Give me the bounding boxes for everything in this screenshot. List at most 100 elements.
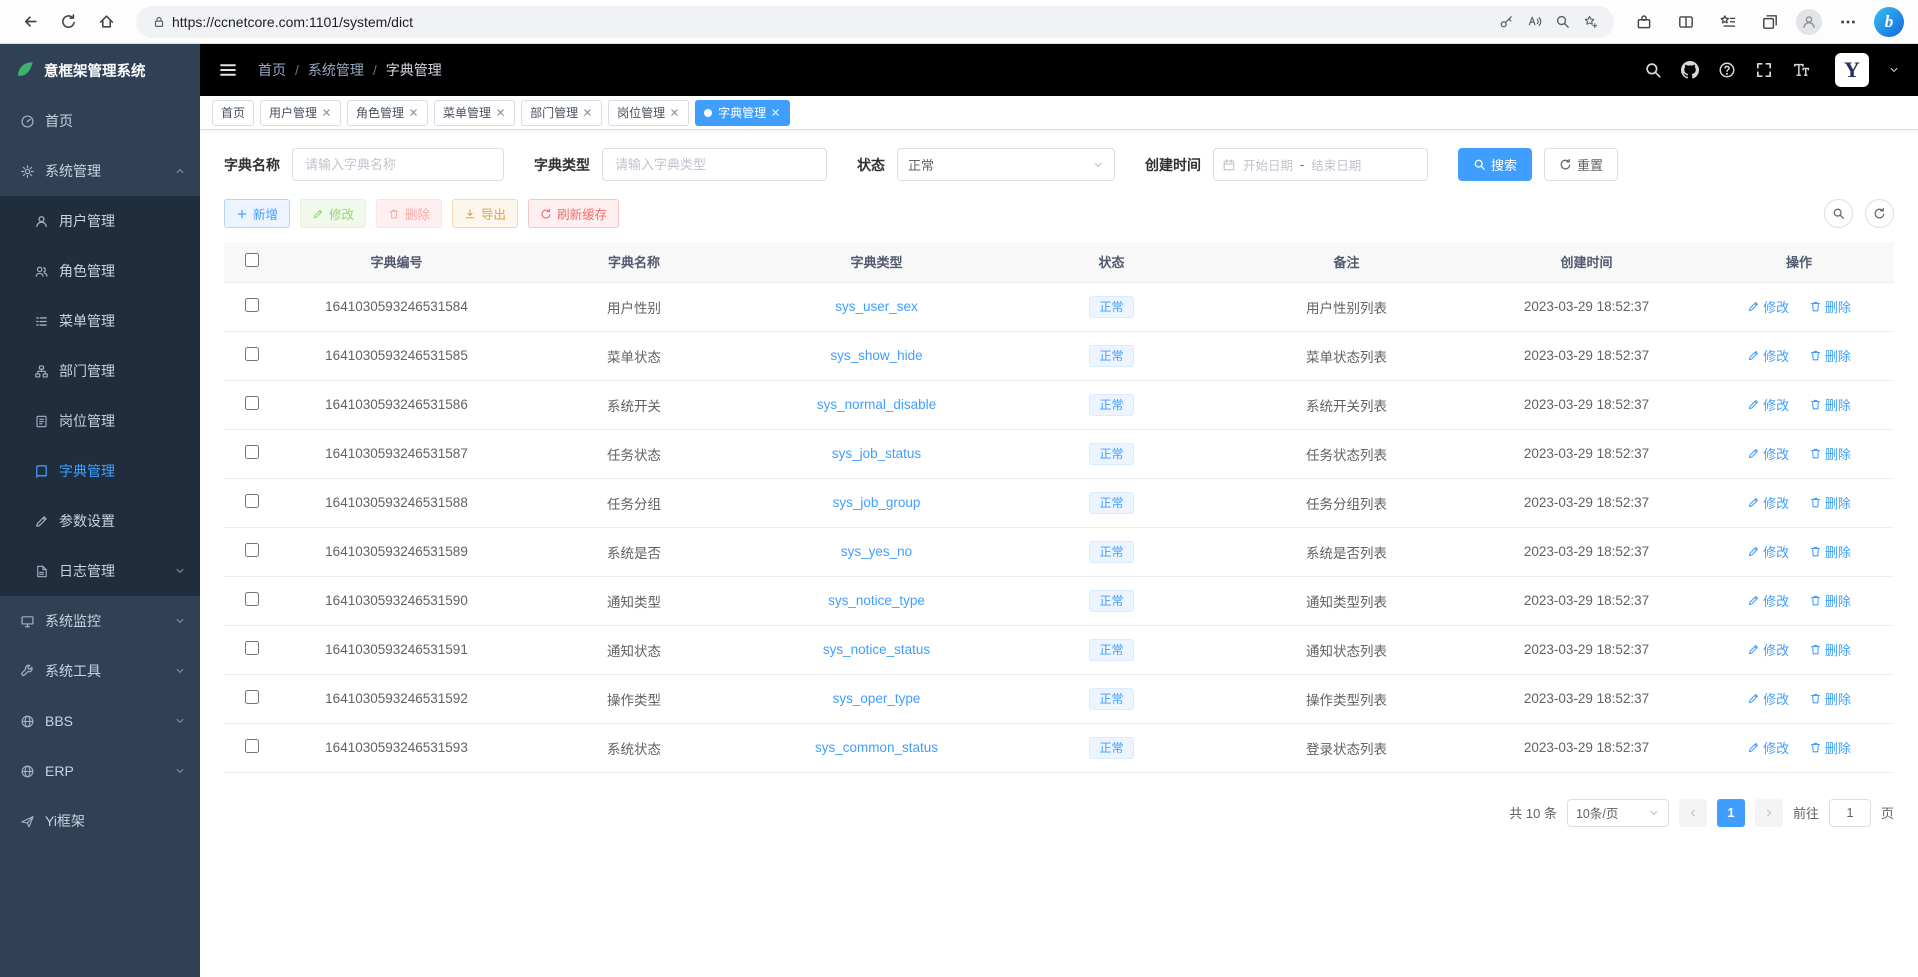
tab-dict-management[interactable]: 字典管理 (695, 100, 790, 126)
tab-post-management[interactable]: 岗位管理 (608, 100, 689, 126)
breadcrumb-item-home[interactable]: 首页 (258, 60, 286, 80)
sidebar-item-post-management[interactable]: 岗位管理 (0, 396, 200, 446)
sidebar-item-dept-management[interactable]: 部门管理 (0, 346, 200, 396)
sidebar-item-system-management[interactable]: 系统管理 (0, 146, 200, 196)
dict-type-link[interactable]: sys_common_status (815, 740, 938, 755)
search-button[interactable]: 搜索 (1458, 148, 1532, 181)
dict-type-link[interactable]: sys_job_group (833, 495, 921, 510)
dict-name-input[interactable] (292, 148, 504, 181)
reload-button[interactable] (52, 6, 84, 38)
read-aloud-icon[interactable] (1520, 8, 1548, 36)
row-edit-button[interactable]: 修改 (1747, 689, 1789, 708)
status-select[interactable]: 正常 (897, 148, 1115, 181)
close-icon[interactable] (408, 107, 419, 118)
github-button[interactable] (1681, 61, 1699, 79)
fullscreen-button[interactable] (1755, 61, 1773, 79)
user-avatar[interactable]: Y (1835, 53, 1869, 87)
sidebar-item-dict-management[interactable]: 字典管理 (0, 446, 200, 496)
profile-avatar[interactable] (1796, 9, 1822, 35)
header-search-button[interactable] (1644, 61, 1662, 79)
row-edit-button[interactable]: 修改 (1747, 346, 1789, 365)
tab-menu-management[interactable]: 菜单管理 (434, 100, 515, 126)
tab-dept-management[interactable]: 部门管理 (521, 100, 602, 126)
prev-page-button[interactable] (1679, 799, 1707, 827)
export-button[interactable]: 导出 (452, 199, 518, 228)
add-favorite-icon[interactable] (1576, 8, 1604, 36)
select-all-checkbox[interactable] (245, 253, 259, 267)
sidebar-item-erp[interactable]: ERP (0, 746, 200, 796)
close-icon[interactable] (321, 107, 332, 118)
row-delete-button[interactable]: 删除 (1809, 591, 1851, 610)
row-delete-button[interactable]: 删除 (1809, 444, 1851, 463)
sidebar-item-bbs[interactable]: BBS (0, 696, 200, 746)
chevron-down-icon[interactable] (1888, 64, 1900, 76)
row-checkbox[interactable] (245, 347, 259, 361)
date-range-input[interactable]: 开始日期 - 结束日期 (1213, 148, 1428, 181)
row-edit-button[interactable]: 修改 (1747, 493, 1789, 512)
sidebar-item-role-management[interactable]: 角色管理 (0, 246, 200, 296)
sidebar-item-param-settings[interactable]: 参数设置 (0, 496, 200, 546)
row-checkbox[interactable] (245, 592, 259, 606)
row-checkbox[interactable] (245, 690, 259, 704)
refresh-cache-button[interactable]: 刷新缓存 (528, 199, 619, 228)
row-delete-button[interactable]: 删除 (1809, 640, 1851, 659)
sidebar-item-menu-management[interactable]: 菜单管理 (0, 296, 200, 346)
dict-type-link[interactable]: sys_job_status (832, 446, 921, 461)
dict-type-link[interactable]: sys_show_hide (830, 348, 922, 363)
toggle-search-button[interactable] (1824, 199, 1853, 228)
dict-type-link[interactable]: sys_notice_type (828, 593, 925, 608)
close-icon[interactable] (669, 107, 680, 118)
next-page-button[interactable] (1755, 799, 1783, 827)
row-delete-button[interactable]: 删除 (1809, 689, 1851, 708)
page-size-select[interactable]: 10条/页 (1567, 799, 1669, 827)
dict-type-link[interactable]: sys_oper_type (833, 691, 921, 706)
sidebar-item-home[interactable]: 首页 (0, 96, 200, 146)
help-button[interactable] (1718, 61, 1736, 79)
row-checkbox[interactable] (245, 739, 259, 753)
page-1-button[interactable]: 1 (1717, 799, 1745, 827)
row-edit-button[interactable]: 修改 (1747, 297, 1789, 316)
sidebar-item-system-tools[interactable]: 系统工具 (0, 646, 200, 696)
dict-type-link[interactable]: sys_notice_status (823, 642, 930, 657)
sidebar-item-system-monitor[interactable]: 系统监控 (0, 596, 200, 646)
row-delete-button[interactable]: 删除 (1809, 346, 1851, 365)
row-edit-button[interactable]: 修改 (1747, 444, 1789, 463)
dict-type-link[interactable]: sys_user_sex (835, 299, 918, 314)
tab-home[interactable]: 首页 (212, 100, 254, 126)
split-screen-button[interactable] (1670, 6, 1702, 38)
edit-button[interactable]: 修改 (300, 199, 366, 228)
breadcrumb-item-system[interactable]: 系统管理 (308, 60, 364, 80)
sidebar-item-yi-framework[interactable]: Yi框架 (0, 796, 200, 846)
font-size-button[interactable] (1792, 61, 1810, 79)
row-checkbox[interactable] (245, 396, 259, 410)
row-checkbox[interactable] (245, 445, 259, 459)
row-delete-button[interactable]: 删除 (1809, 395, 1851, 414)
close-icon[interactable] (770, 107, 781, 118)
row-edit-button[interactable]: 修改 (1747, 591, 1789, 610)
reset-button[interactable]: 重置 (1544, 148, 1618, 181)
dict-type-link[interactable]: sys_yes_no (841, 544, 912, 559)
browser-home-button[interactable] (90, 6, 122, 38)
dict-type-input[interactable] (602, 148, 827, 181)
extensions-button[interactable] (1628, 6, 1660, 38)
tab-user-management[interactable]: 用户管理 (260, 100, 341, 126)
sidebar-item-log-management[interactable]: 日志管理 (0, 546, 200, 596)
copilot-button[interactable]: b (1874, 7, 1904, 37)
row-delete-button[interactable]: 删除 (1809, 297, 1851, 316)
row-delete-button[interactable]: 删除 (1809, 493, 1851, 512)
row-edit-button[interactable]: 修改 (1747, 395, 1789, 414)
close-icon[interactable] (495, 107, 506, 118)
delete-button[interactable]: 删除 (376, 199, 442, 228)
address-bar[interactable]: https://ccnetcore.com:1101/system/dict (136, 6, 1614, 38)
row-edit-button[interactable]: 修改 (1747, 640, 1789, 659)
password-key-icon[interactable] (1492, 8, 1520, 36)
row-edit-button[interactable]: 修改 (1747, 542, 1789, 561)
close-icon[interactable] (582, 107, 593, 118)
row-delete-button[interactable]: 删除 (1809, 738, 1851, 757)
favorites-button[interactable] (1712, 6, 1744, 38)
sidebar-toggle[interactable] (218, 60, 238, 80)
zoom-icon[interactable] (1548, 8, 1576, 36)
row-checkbox[interactable] (245, 298, 259, 312)
goto-page-input[interactable] (1829, 799, 1871, 827)
add-button[interactable]: 新增 (224, 199, 290, 228)
